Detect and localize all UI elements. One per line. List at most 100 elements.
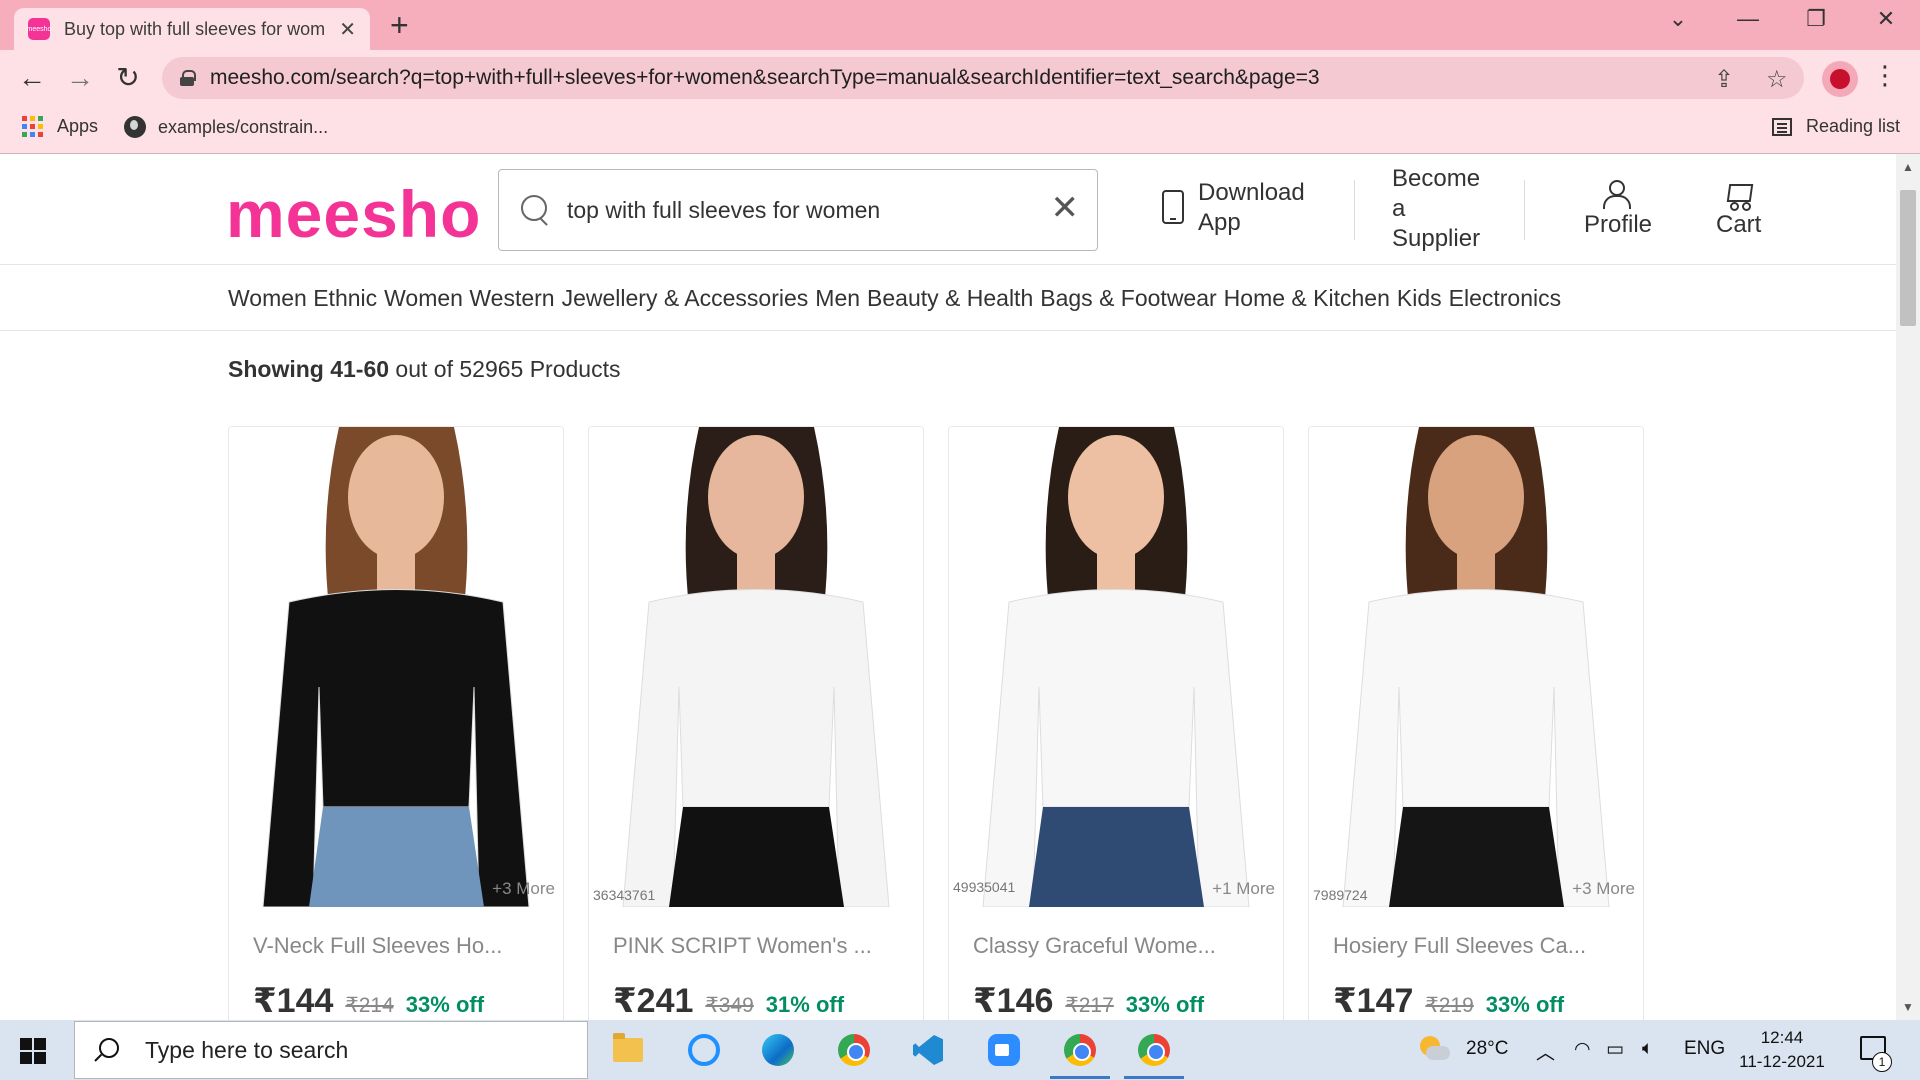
tab-search-chevron-icon[interactable]: ⌄: [1648, 6, 1708, 32]
bookmark-label: examples/constrain...: [158, 116, 329, 137]
category-electronics[interactable]: Electronics: [1449, 285, 1561, 312]
category-home-kitchen[interactable]: Home & Kitchen: [1224, 285, 1390, 312]
restore-icon[interactable]: ❐: [1786, 6, 1846, 32]
reload-icon[interactable]: ↻: [110, 60, 146, 96]
product-title[interactable]: Hosiery Full Sleeves Ca...: [1333, 933, 1586, 959]
apps-grid-icon: [22, 116, 43, 137]
site-header: meesho top with full sleeves for women ✕…: [0, 154, 1896, 265]
edge-browser-icon[interactable]: [756, 1028, 800, 1072]
download-app-line1: Download: [1198, 179, 1305, 206]
language-indicator[interactable]: ENG: [1684, 1038, 1725, 1060]
header-divider: [1354, 180, 1355, 240]
product-card[interactable]: +3 More V-Neck Full Sleeves Ho... ₹144 ₹…: [228, 426, 564, 1020]
show-hidden-icons-chevron-icon[interactable]: ︿: [1536, 1038, 1555, 1065]
meesho-favicon-icon: meesho: [27, 18, 51, 40]
lock-icon[interactable]: [180, 70, 196, 86]
weather-partly-sunny-icon[interactable]: [1420, 1036, 1450, 1062]
tab-title: Buy top with full sleeves for wom: [64, 18, 326, 39]
become-supplier-link[interactable]: Become a Supplier: [1392, 164, 1480, 254]
chrome-icon[interactable]: [832, 1028, 876, 1072]
file-explorer-icon[interactable]: [606, 1028, 650, 1072]
supplier-line1: Become: [1392, 165, 1481, 192]
volume-icon[interactable]: 🔈︎: [1642, 1038, 1653, 1060]
share-icon[interactable]: ⇪: [1714, 65, 1734, 94]
person-icon: [1830, 69, 1850, 89]
wifi-icon[interactable]: ◠: [1574, 1038, 1591, 1061]
chrome-profile-2-icon[interactable]: [1124, 1028, 1184, 1079]
category-men[interactable]: Men: [815, 285, 860, 312]
clock-time: 12:44: [1760, 1028, 1804, 1047]
category-women-ethnic[interactable]: Women Ethnic: [228, 285, 377, 312]
product-image[interactable]: [1309, 427, 1643, 907]
bookmark-label: Apps: [57, 116, 99, 136]
scroll-up-arrow-icon[interactable]: ▲: [1902, 160, 1914, 174]
profile-link[interactable]: Profile: [1584, 210, 1652, 240]
cart-icon[interactable]: [1724, 180, 1754, 211]
system-clock[interactable]: 12:44 11-12-2021: [1732, 1026, 1832, 1074]
reading-list-icon: [1772, 117, 1792, 136]
product-image[interactable]: [229, 427, 563, 907]
address-bar[interactable]: meesho.com/search?q=top+with+full+sleeve…: [162, 57, 1804, 99]
back-arrow-icon[interactable]: ←: [14, 60, 50, 96]
tab-close-icon[interactable]: ✕: [339, 17, 356, 42]
browser-menu-icon[interactable]: ⋮: [1872, 60, 1898, 91]
product-title[interactable]: PINK SCRIPT Women's ...: [613, 933, 872, 959]
minimize-icon[interactable]: —: [1718, 6, 1778, 32]
download-app-line2: App: [1198, 209, 1241, 236]
product-image[interactable]: [949, 427, 1283, 907]
windows-taskbar: Type here to search 28°C ︿ ◠ ▭ 🔈︎ ENG 12…: [0, 1020, 1920, 1080]
windows-start-icon[interactable]: [20, 1038, 46, 1064]
product-card[interactable]: 36343761 PINK SCRIPT Women's ... ₹241 ₹3…: [588, 426, 924, 1020]
browser-profile-avatar[interactable]: [1822, 61, 1858, 97]
browser-tabstrip: meesho Buy top with full sleeves for wom…: [0, 0, 1920, 50]
price-row: ₹241 ₹349 31% off: [613, 981, 844, 1020]
product-code: 49935041: [953, 879, 1016, 895]
cart-link[interactable]: Cart: [1716, 210, 1761, 240]
product-mrp: ₹217: [1065, 994, 1114, 1017]
bookmark-examples[interactable]: examples/constrain...: [124, 116, 328, 138]
page-scrollbar[interactable]: ▲ ▼: [1896, 154, 1920, 1020]
scroll-down-arrow-icon[interactable]: ▼: [1902, 1000, 1914, 1014]
user-icon[interactable]: [1602, 180, 1631, 209]
category-beauty-health[interactable]: Beauty & Health: [867, 285, 1033, 312]
bookmark-apps[interactable]: Apps: [22, 116, 98, 137]
clear-search-icon[interactable]: ✕: [1051, 188, 1080, 228]
category-women-western[interactable]: Women Western: [384, 285, 554, 312]
vscode-icon[interactable]: [906, 1028, 950, 1072]
product-price: ₹241: [613, 982, 694, 1020]
category-bags-footwear[interactable]: Bags & Footwear: [1040, 285, 1216, 312]
cortana-icon[interactable]: [682, 1028, 726, 1072]
download-app-link[interactable]: Download App: [1198, 178, 1305, 238]
browser-tab[interactable]: meesho Buy top with full sleeves for wom…: [14, 8, 370, 50]
search-input[interactable]: top with full sleeves for women ✕: [498, 169, 1098, 251]
reading-list-button[interactable]: Reading list: [1772, 116, 1900, 137]
notification-count-badge: 1: [1872, 1052, 1892, 1072]
category-nav: Women Ethnic Women Western Jewellery & A…: [0, 265, 1896, 331]
product-title[interactable]: Classy Graceful Wome...: [973, 933, 1216, 959]
battery-icon[interactable]: ▭: [1606, 1038, 1624, 1061]
price-row: ₹144 ₹214 33% off: [253, 981, 484, 1020]
forward-arrow-icon[interactable]: →: [62, 60, 98, 96]
mobile-phone-icon[interactable]: [1162, 190, 1184, 224]
scroll-thumb[interactable]: [1900, 190, 1916, 326]
chrome-profile-icon[interactable]: [1050, 1028, 1110, 1079]
zoom-icon[interactable]: [982, 1028, 1026, 1072]
product-card[interactable]: 7989724 +3 More Hosiery Full Sleeves Ca.…: [1308, 426, 1644, 1020]
taskbar-search-input[interactable]: Type here to search: [74, 1021, 588, 1079]
product-title[interactable]: V-Neck Full Sleeves Ho...: [253, 933, 502, 959]
results-count: Showing 41-60 out of 52965 Products: [228, 356, 620, 383]
search-icon: [95, 1038, 119, 1062]
category-kids[interactable]: Kids: [1397, 285, 1442, 312]
search-query[interactable]: top with full sleeves for women: [567, 197, 880, 224]
product-discount: 33% off: [1125, 992, 1205, 1017]
product-image[interactable]: [589, 427, 923, 907]
new-tab-plus-icon[interactable]: +: [390, 8, 409, 42]
product-card[interactable]: 49935041 +1 More Classy Graceful Wome...…: [948, 426, 1284, 1020]
bookmark-star-icon[interactable]: ☆: [1766, 65, 1788, 94]
url-text[interactable]: meesho.com/search?q=top+with+full+sleeve…: [210, 66, 1320, 90]
category-jewellery-accessories[interactable]: Jewellery & Accessories: [562, 285, 809, 312]
window-close-icon[interactable]: ✕: [1856, 6, 1916, 32]
weather-temperature[interactable]: 28°C: [1466, 1038, 1508, 1060]
meesho-logo[interactable]: meesho: [226, 176, 481, 252]
meesho-page: meesho top with full sleeves for women ✕…: [0, 154, 1896, 1020]
